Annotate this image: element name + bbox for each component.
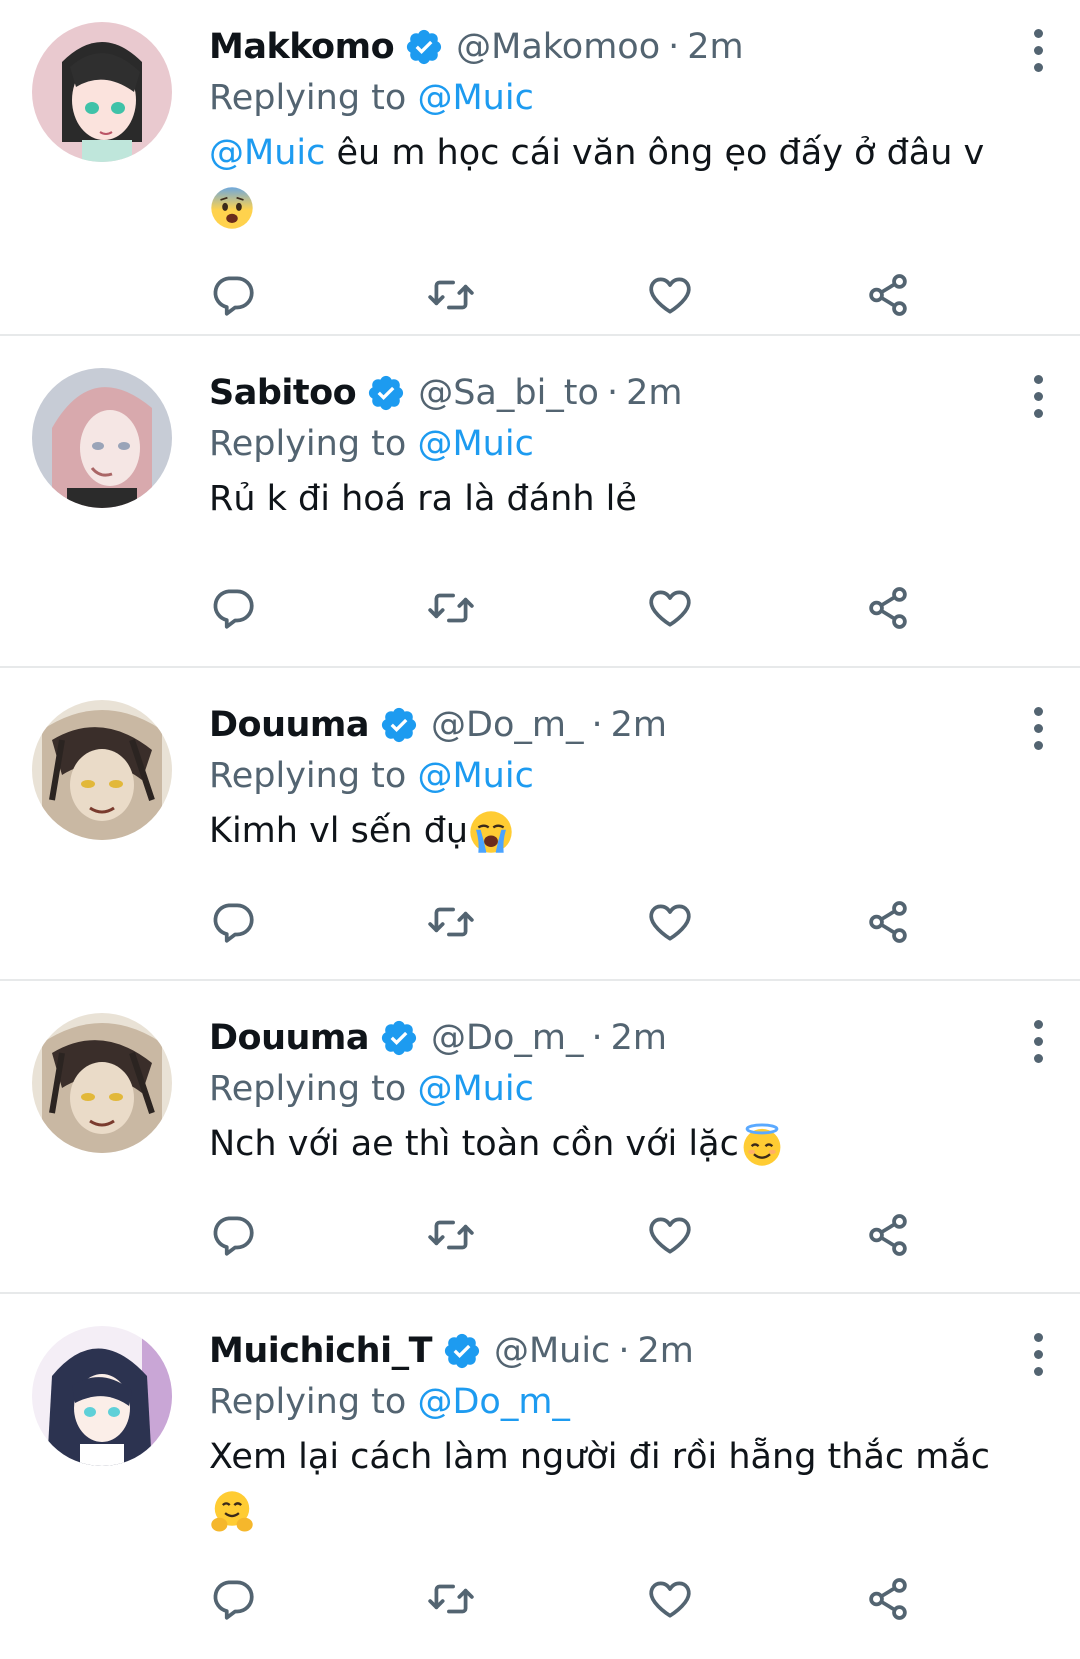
reply-icon[interactable] [208,583,258,633]
tweet-body: êu m học cái văn ông ẹo đấy ở đâu v [325,133,985,173]
tweet-text: Rủ k đi hoá ra là đánh lẻ [209,479,637,519]
tweet-header: Muichichi_T @Muic · 2m [209,1326,694,1376]
avatar[interactable] [32,1013,172,1153]
like-icon[interactable] [645,583,695,633]
verified-badge-icon [379,1018,419,1058]
retweet-icon[interactable] [426,1210,476,1260]
replying-prefix: Replying to [209,756,407,796]
avatar-image [32,1013,172,1153]
like-icon[interactable] [645,1574,695,1624]
more-icon[interactable] [1020,1016,1056,1066]
retweet-icon[interactable] [426,897,476,947]
tweet-text: Nch với ae thì toàn cồn với lặc [209,1117,1029,1171]
separator: · [618,1331,630,1371]
handle[interactable]: @Makomoo [456,27,660,67]
timestamp[interactable]: 2m [637,1331,693,1371]
tweet[interactable]: Makkomo @Makomoo · 2m Replying to @Muic … [0,0,1080,336]
share-icon[interactable] [863,583,913,633]
more-icon[interactable] [1020,371,1056,421]
share-icon[interactable] [863,1210,913,1260]
more-icon[interactable] [1020,1329,1056,1379]
replying-prefix: Replying to [209,1382,407,1422]
display-name[interactable]: Sabitoo [209,373,357,413]
timestamp[interactable]: 2m [611,705,667,745]
avatar-image [32,700,172,840]
avatar-image [32,22,172,162]
handle[interactable]: @Sa_bi_to [418,373,599,413]
share-icon[interactable] [863,897,913,947]
tweet[interactable]: Sabitoo @Sa_bi_to · 2m Replying to @Muic… [0,336,1080,668]
tweet-body: Xem lại cách làm người đi rồi hẵng thắc … [209,1437,991,1477]
reply-icon[interactable] [208,270,258,320]
verified-badge-icon [404,27,444,67]
avatar[interactable] [32,22,172,162]
retweet-icon[interactable] [426,1574,476,1624]
tweet-header: Douuma @Do_m_ · 2m [209,1013,667,1063]
tweet[interactable]: Douuma @Do_m_ · 2m Replying to @Muic Kim… [0,668,1080,981]
timestamp[interactable]: 2m [687,27,743,67]
replying-to-mention[interactable]: @Do_m_ [417,1382,569,1422]
retweet-icon[interactable] [426,270,476,320]
display-name[interactable]: Muichichi_T [209,1331,432,1371]
display-name[interactable]: Douuma [209,1018,370,1058]
tweet-text: @Muic êu m học cái văn ông ẹo đấy ở đâu … [209,126,1029,234]
hugging-face-emoji [209,1489,255,1535]
timestamp[interactable]: 2m [626,373,682,413]
display-name[interactable]: Douuma [209,705,370,745]
replying-to-mention[interactable]: @Muic [417,756,533,796]
replying-to: Replying to @Muic [209,1069,534,1109]
tweet-body: Nch với ae thì toàn cồn với lặc [209,1124,739,1164]
timestamp[interactable]: 2m [611,1018,667,1058]
separator: · [668,27,680,67]
tweet-header: Douuma @Do_m_ · 2m [209,700,667,750]
replying-to: Replying to @Do_m_ [209,1382,570,1422]
smiling-face-with-halo-emoji [739,1122,785,1168]
more-icon[interactable] [1020,703,1056,753]
separator: · [591,705,603,745]
reply-icon[interactable] [208,1574,258,1624]
loudly-crying-face-emoji [468,809,514,855]
anxious-face-emoji [209,185,255,231]
handle[interactable]: @Do_m_ [431,705,583,745]
replying-to-mention[interactable]: @Muic [417,424,533,464]
retweet-icon[interactable] [426,583,476,633]
replying-prefix: Replying to [209,78,407,118]
tweet-text: Xem lại cách làm người đi rồi hẵng thắc … [209,1430,1029,1538]
reply-icon[interactable] [208,897,258,947]
share-icon[interactable] [863,1574,913,1624]
tweet-text: Kimh vl sến đụ [209,804,1029,858]
replying-to: Replying to @Muic [209,424,534,464]
more-icon[interactable] [1020,25,1056,75]
replying-prefix: Replying to [209,424,407,464]
verified-badge-icon [366,373,406,413]
avatar-image [32,368,172,508]
replying-to-mention[interactable]: @Muic [417,1069,533,1109]
tweet-header: Sabitoo @Sa_bi_to · 2m [209,368,682,418]
like-icon[interactable] [645,1210,695,1260]
avatar-image [32,1326,172,1466]
share-icon[interactable] [863,270,913,320]
separator: · [591,1018,603,1058]
verified-badge-icon [379,705,419,745]
tweet-body: Kimh vl sến đụ [209,811,469,851]
like-icon[interactable] [645,897,695,947]
replying-to: Replying to @Muic [209,78,534,118]
avatar[interactable] [32,368,172,508]
tweet[interactable]: Muichichi_T @Muic · 2m Replying to @Do_m… [0,1294,1080,1659]
replying-prefix: Replying to [209,1069,407,1109]
like-icon[interactable] [645,270,695,320]
replying-to-mention[interactable]: @Muic [417,78,533,118]
tweet-header: Makkomo @Makomoo · 2m [209,22,744,72]
display-name[interactable]: Makkomo [209,27,395,67]
replying-to: Replying to @Muic [209,756,534,796]
tweet[interactable]: Douuma @Do_m_ · 2m Replying to @Muic Nch… [0,981,1080,1294]
handle[interactable]: @Do_m_ [431,1018,583,1058]
avatar[interactable] [32,700,172,840]
text-mention[interactable]: @Muic [209,133,325,173]
reply-icon[interactable] [208,1210,258,1260]
verified-badge-icon [442,1331,482,1371]
avatar[interactable] [32,1326,172,1466]
handle[interactable]: @Muic [494,1331,610,1371]
separator: · [606,373,619,413]
